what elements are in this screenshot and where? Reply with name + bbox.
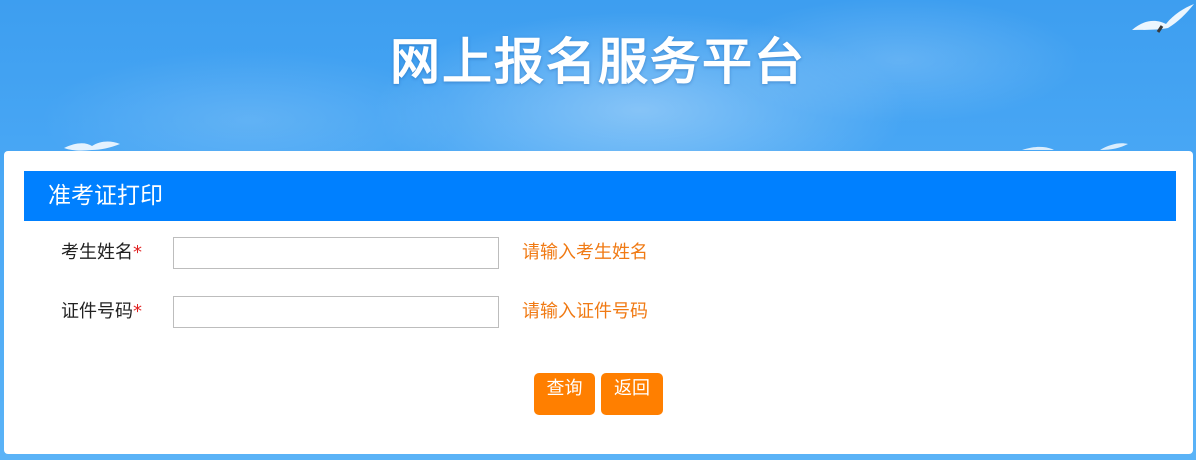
required-mark: * bbox=[133, 242, 142, 263]
form-row-id: 证件号码* 请输入证件号码 bbox=[4, 296, 1193, 328]
id-hint: 请输入证件号码 bbox=[522, 301, 648, 322]
id-number-input[interactable] bbox=[173, 296, 499, 328]
print-panel: 准考证打印 考生姓名* 请输入考生姓名 证件号码* 请输入证件号码 查询 返回 bbox=[4, 151, 1193, 454]
id-label: 证件号码* bbox=[61, 301, 142, 322]
seagull-icon bbox=[64, 141, 120, 151]
name-label: 考生姓名* bbox=[61, 242, 142, 263]
site-title: 网上报名服务平台 bbox=[390, 33, 806, 91]
query-button[interactable]: 查询 bbox=[534, 373, 595, 415]
candidate-name-input[interactable] bbox=[173, 237, 499, 269]
required-mark: * bbox=[133, 301, 142, 322]
form-row-name: 考生姓名* 请输入考生姓名 bbox=[4, 237, 1193, 269]
name-hint: 请输入考生姓名 bbox=[522, 242, 648, 263]
panel-title: 准考证打印 bbox=[48, 183, 163, 209]
back-button[interactable]: 返回 bbox=[601, 373, 663, 415]
panel-header: 准考证打印 bbox=[24, 171, 1176, 221]
